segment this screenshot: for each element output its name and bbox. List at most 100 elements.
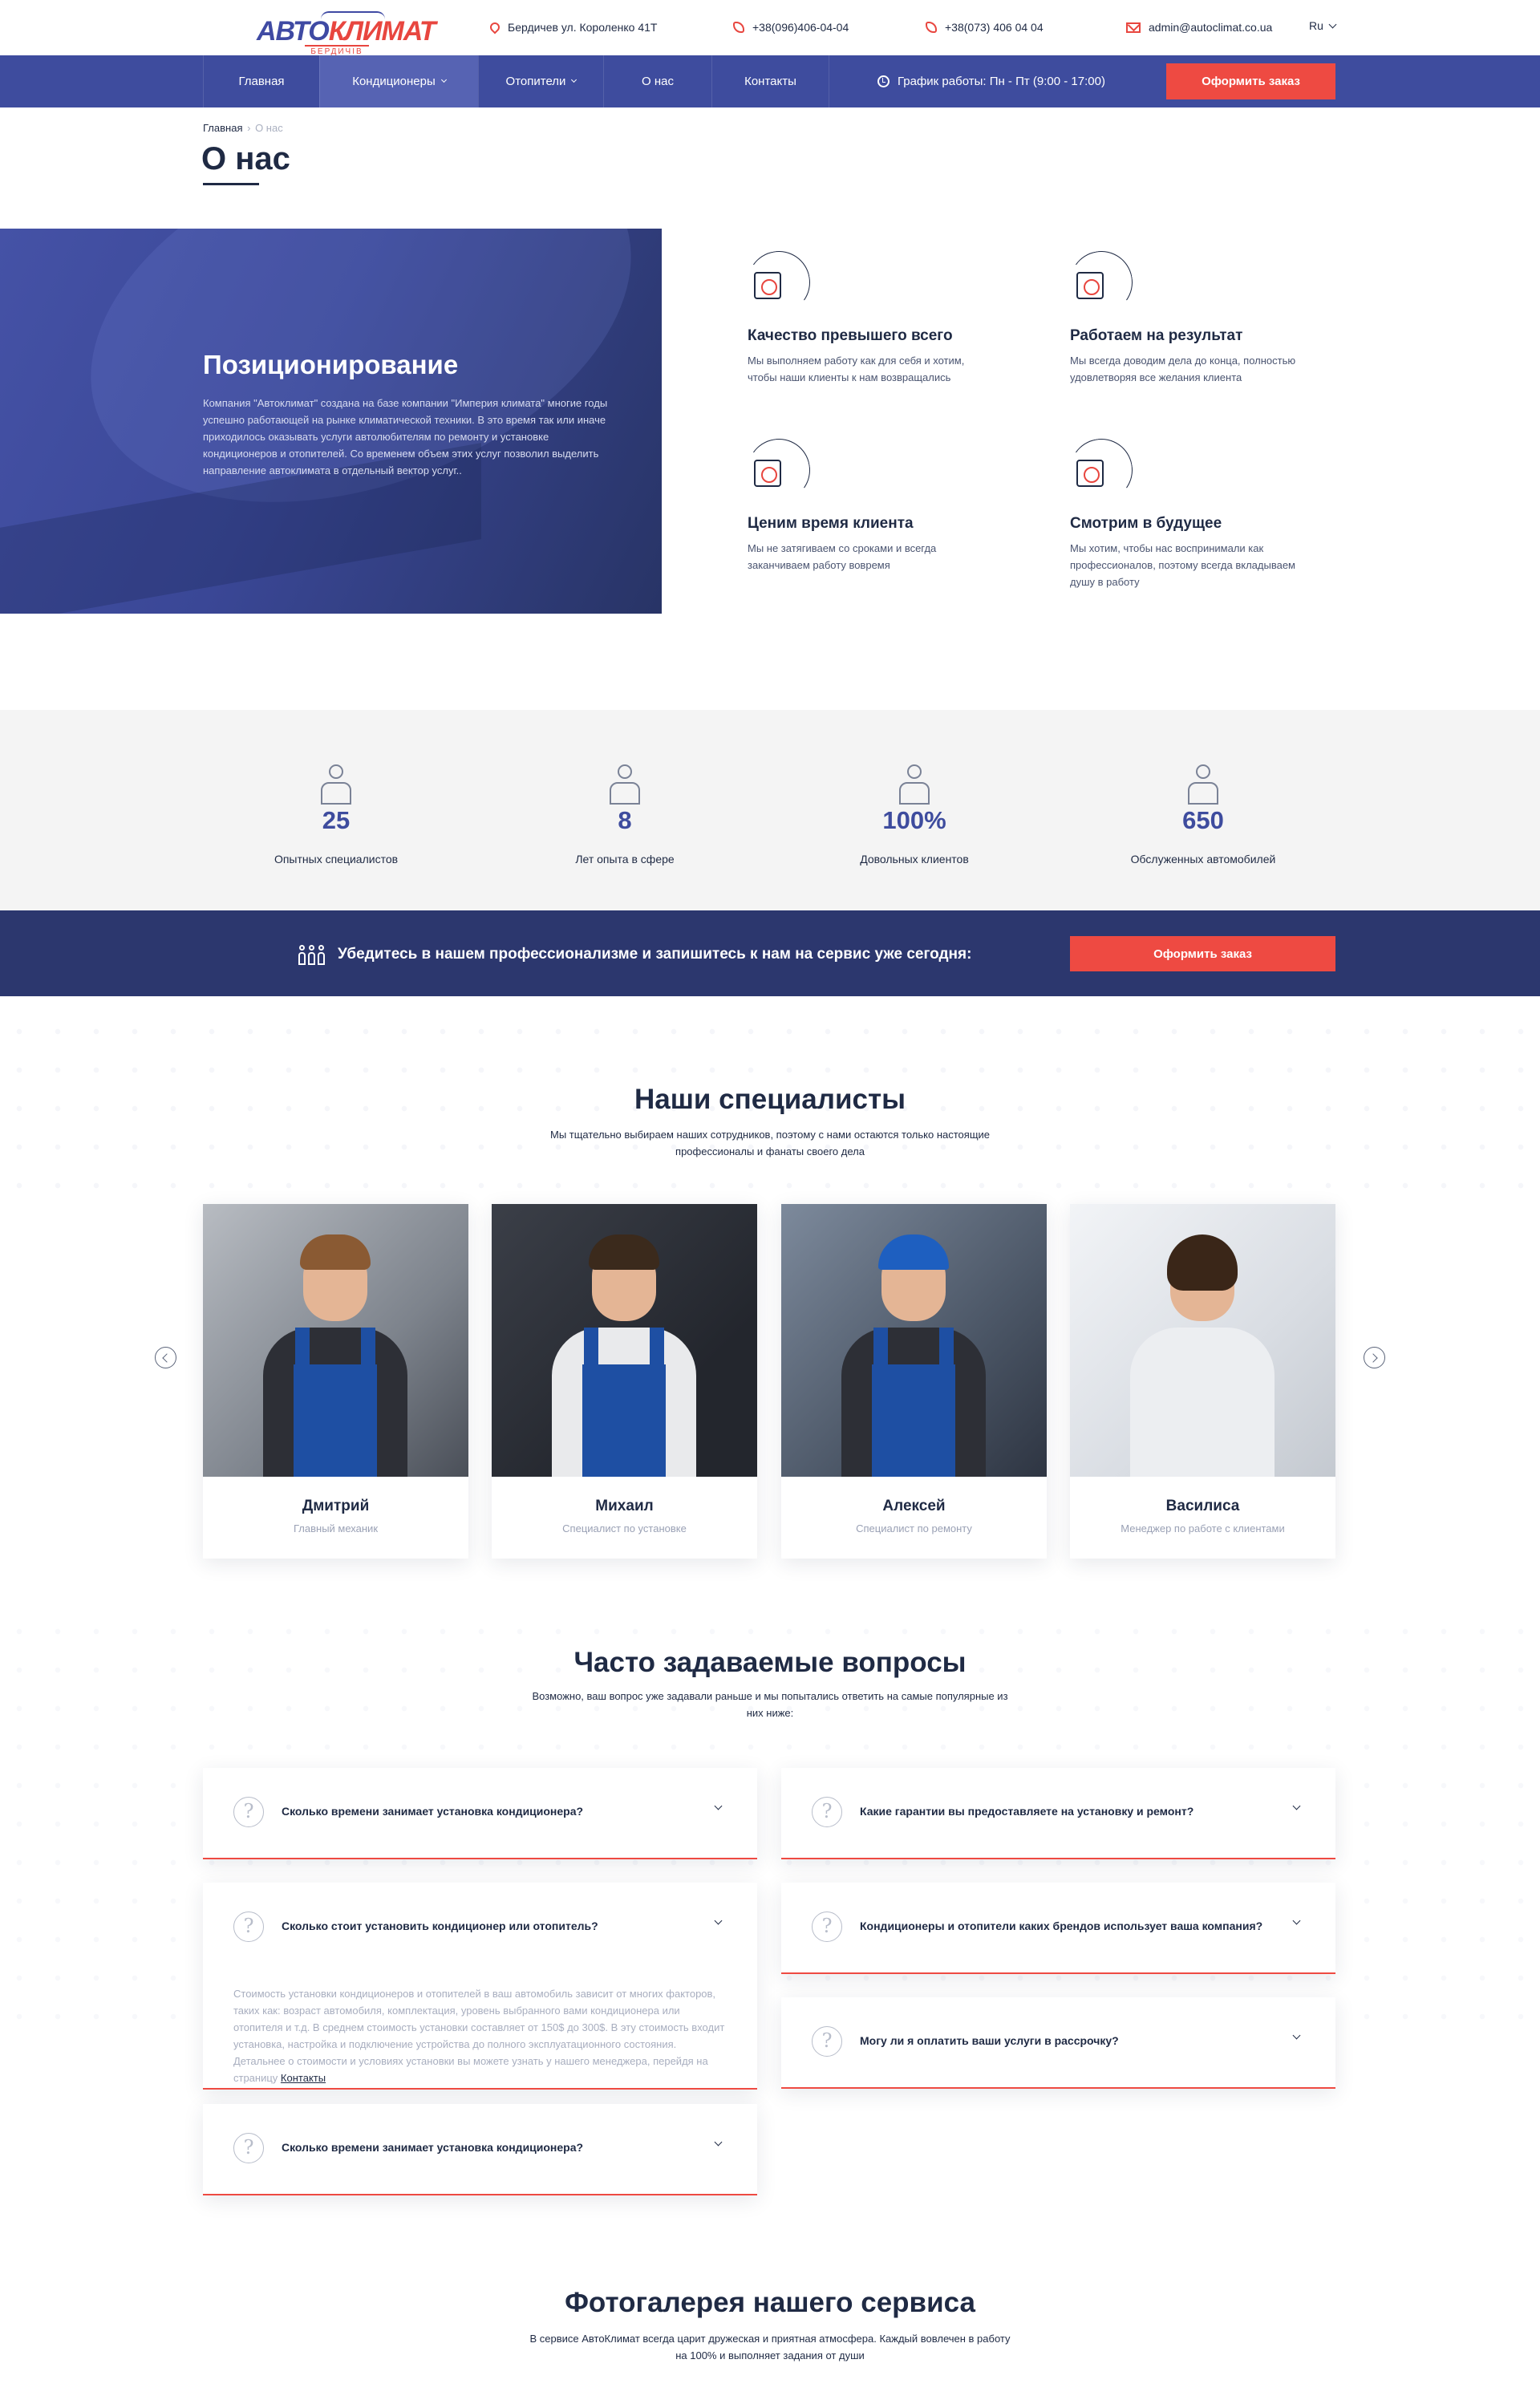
contacts-link[interactable]: Контакты [281, 2072, 326, 2084]
specialist-role: Специалист по установке [562, 1522, 687, 1534]
faq-answer-text: Стоимость установки кондиционеров и отоп… [233, 1988, 725, 2084]
phone-1-text[interactable]: +38(096)406-04-04 [752, 21, 849, 34]
car-icon [1183, 764, 1223, 806]
email-text[interactable]: admin@autoclimat.co.ua [1149, 21, 1272, 34]
positioning-text: Компания "Автоклимат" создана на базе ко… [203, 397, 608, 476]
faq-item[interactable]: Какие гарантии вы предоставляете на уста… [781, 1768, 1335, 1859]
cta-order-button[interactable]: Оформить заказ [1070, 936, 1335, 971]
cta-text: Убедитесь в нашем профессионализме и зап… [338, 946, 972, 963]
stats-section: 25 Опытных специалистов 8 Лет опыта в сф… [0, 710, 1540, 910]
specialists-subtitle: Мы тщательно выбираем наших сотрудников,… [549, 1129, 991, 1157]
nav-item-label: Отопители [505, 75, 566, 88]
faq-subtitle: Возможно, ваш вопрос уже задавали раньше… [532, 1690, 1008, 1719]
stat-value: 100% [882, 806, 946, 834]
carousel-next-button[interactable] [1364, 1347, 1385, 1368]
order-button[interactable]: Оформить заказ [1166, 63, 1335, 99]
chevron-down-icon [714, 2138, 723, 2147]
nav-item-home[interactable]: Главная [203, 55, 319, 107]
stat-value: 25 [322, 806, 351, 834]
calendar-clock-icon [742, 433, 816, 507]
breadcrumb: Главная › О нас [203, 122, 283, 134]
chevron-down-icon [714, 1802, 723, 1810]
nav-item-label: О нас [642, 75, 674, 88]
faq-item[interactable]: Могу ли я оплатить ваши услуги в рассроч… [781, 1997, 1335, 2089]
specialist-card[interactable]: Михаил Специалист по установке [492, 1204, 757, 1559]
question-icon [233, 1911, 264, 1942]
faq-title: Часто задаваемые вопросы [573, 1647, 967, 1678]
feature-text: Мы хотим, чтобы нас воспринимали как про… [1070, 542, 1295, 588]
phone-2-text[interactable]: +38(073) 406 04 04 [945, 21, 1044, 34]
faq-question: Кондиционеры и отопители каких брендов и… [860, 1920, 1263, 1932]
gear-quality-icon [742, 245, 816, 319]
specialist-card[interactable]: Дмитрий Главный механик [203, 1204, 468, 1559]
specialist-name: Алексей [882, 1498, 946, 1514]
schedule-text: График работы: Пн - Пт (9:00 - 17:00) [898, 75, 1105, 88]
mail-icon [1126, 22, 1141, 33]
specialist-photo [203, 1204, 468, 1477]
gallery-title: Фотогалерея нашего сервиса [565, 2287, 975, 2318]
logo-text: АВТОКЛИМАТ [257, 16, 436, 47]
logo[interactable]: АВТОКЛИМАТ БЕРДИЧІВ [257, 11, 436, 56]
specialists-title: Наши специалисты [634, 1084, 906, 1115]
faq-item-expanded[interactable]: Сколько стоит установить кондиционер или… [203, 1883, 757, 2090]
phone-1[interactable]: +38(096)406-04-04 [733, 19, 849, 35]
faq-question: Сколько времени занимает установка конди… [282, 1805, 584, 1818]
logo-text-b: КЛИМАТ [328, 16, 436, 47]
clock-icon [877, 75, 890, 87]
faq-item[interactable]: Сколько времени занимает установка конди… [203, 1768, 757, 1859]
breadcrumb-separator: › [247, 122, 251, 134]
nav-item-conditioners[interactable]: Кондиционеры [319, 55, 478, 107]
faq-question-row[interactable]: Сколько стоит установить кондиционер или… [203, 1883, 757, 1971]
nav-item-label: Контакты [744, 75, 796, 88]
nav-item-about[interactable]: О нас [603, 55, 711, 107]
specialist-card[interactable]: Василиса Менеджер по работе с клиентами [1070, 1204, 1335, 1559]
question-icon [812, 1797, 842, 1827]
phone-icon [733, 22, 744, 33]
specialist-card[interactable]: Алексей Специалист по ремонту [781, 1204, 1047, 1559]
specialist-photo [1070, 1204, 1335, 1477]
work-schedule: График работы: Пн - Пт (9:00 - 17:00) [877, 55, 1105, 107]
chevron-down-icon [1328, 20, 1337, 28]
top-bar: АВТОКЛИМАТ БЕРДИЧІВ Бердичев ул. Королен… [0, 0, 1540, 56]
breadcrumb-home[interactable]: Главная [203, 122, 242, 134]
language-label[interactable]: Ru [1309, 19, 1323, 32]
stat-label: Лет опыта в сфере [575, 853, 675, 866]
question-icon [233, 1797, 264, 1827]
faq-item[interactable]: Кондиционеры и отопители каких брендов и… [781, 1883, 1335, 1974]
positioning-title: Позиционирование [203, 350, 459, 379]
cta-band: Убедитесь в нашем профессионализме и зап… [0, 910, 1540, 996]
chevron-down-icon [440, 76, 447, 83]
chevron-down-icon [571, 76, 578, 83]
faq-question-row[interactable]: Кондиционеры и отопители каких брендов и… [781, 1883, 1335, 1971]
feature-text: Мы выполняем работу как для себя и хотим… [748, 355, 965, 383]
specialist-name: Михаил [595, 1498, 654, 1514]
worker-icon [316, 764, 356, 806]
stat-value: 650 [1182, 806, 1224, 834]
nav-item-heaters[interactable]: Отопители [478, 55, 603, 107]
faq-question-row[interactable]: Могу ли я оплатить ваши услуги в рассроч… [781, 1997, 1335, 2086]
feature-title: Смотрим в будущее [1070, 515, 1222, 532]
question-icon [233, 2133, 264, 2163]
chart-search-icon [1064, 245, 1138, 319]
feature-text: Мы всегда доводим дела до конца, полност… [1070, 355, 1296, 383]
address-text: Бердичев ул. Короленко 41Т [508, 21, 658, 34]
language-selector[interactable]: Ru [1309, 19, 1337, 32]
question-icon [812, 1911, 842, 1942]
feature-title: Ценим время клиента [748, 515, 914, 532]
title-underline [203, 183, 259, 185]
phone-2[interactable]: +38(073) 406 04 04 [926, 19, 1044, 35]
email[interactable]: admin@autoclimat.co.ua [1126, 19, 1272, 35]
team-icon [298, 943, 326, 967]
logo-subtitle: БЕРДИЧІВ [305, 45, 369, 56]
faq-question-row[interactable]: Какие гарантии вы предоставляете на уста… [781, 1768, 1335, 1856]
faq-question-row[interactable]: Сколько времени занимает установка конди… [203, 1768, 757, 1856]
happy-people-icon [894, 764, 934, 806]
faq-item[interactable]: Сколько времени занимает установка конди… [203, 2104, 757, 2195]
faq-answer: Стоимость установки кондиционеров и отоп… [233, 1985, 731, 2086]
faq-question-row[interactable]: Сколько времени занимает установка конди… [203, 2104, 757, 2192]
gallery-subtitle: В сервисе АвтоКлимат всегда царит дружес… [529, 2333, 1011, 2361]
stat-label: Довольных клиентов [860, 853, 969, 866]
nav-item-contacts[interactable]: Контакты [711, 55, 829, 107]
nav-item-label: Главная [238, 75, 285, 88]
carousel-prev-button[interactable] [155, 1347, 176, 1368]
